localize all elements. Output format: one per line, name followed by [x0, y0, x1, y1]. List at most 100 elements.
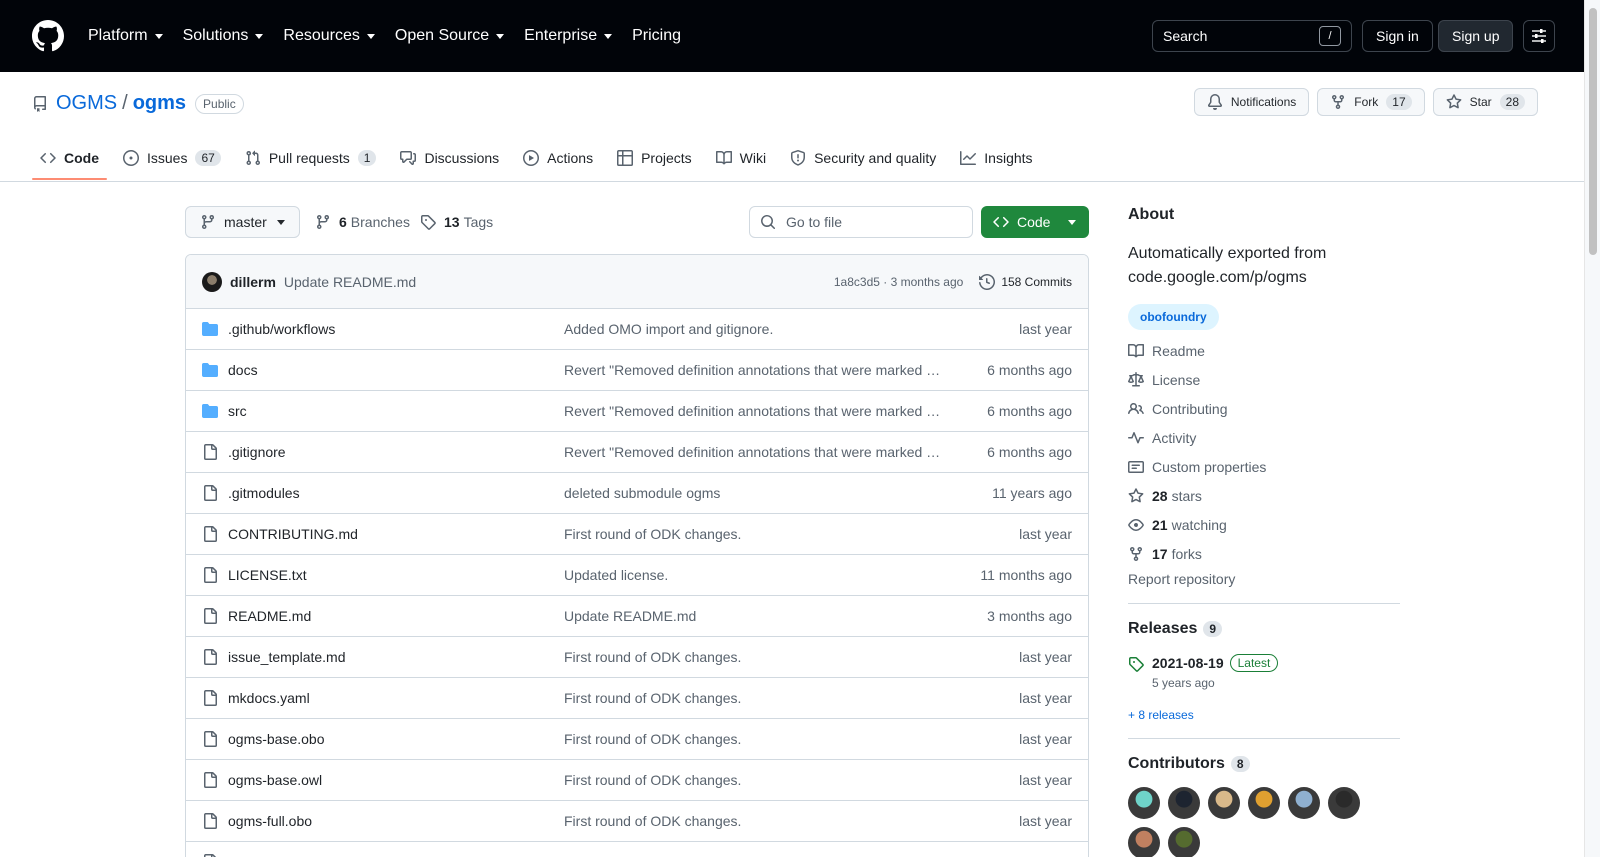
topic-tag[interactable]: obofoundry	[1128, 304, 1219, 330]
tab-wiki[interactable]: Wiki	[708, 138, 774, 178]
nav-item-open-source[interactable]: Open Source	[395, 27, 505, 45]
avatar[interactable]	[1168, 827, 1200, 857]
fork-button[interactable]: Fork 17	[1317, 88, 1425, 116]
file-commit-message-link[interactable]: Revert "Removed definition annotations t…	[564, 403, 946, 419]
file-name-link[interactable]: src	[228, 403, 247, 419]
file-name-link[interactable]: ogms-base.owl	[228, 772, 322, 788]
tab-security-and-quality[interactable]: Security and quality	[782, 138, 944, 178]
page-scrollbar[interactable]	[1584, 0, 1600, 857]
sidebar-link-custom-properties[interactable]: Custom properties	[1128, 452, 1400, 481]
table-row[interactable]: mkdocs.yaml First round of ODK changes. la…	[186, 678, 1088, 719]
file-commit-message-link[interactable]: Updated license.	[564, 567, 946, 583]
repo-name-link[interactable]: ogms	[133, 92, 186, 115]
go-to-file-input[interactable]: Go to file	[749, 206, 973, 238]
avatar[interactable]	[1248, 787, 1280, 819]
sidebar-link-license[interactable]: License	[1128, 365, 1400, 394]
sign-in-button[interactable]: Sign in	[1362, 20, 1433, 52]
table-row[interactable]: LICENSE.txt Updated license. 11 months ago	[186, 555, 1088, 596]
file-name-link[interactable]: issue_template.md	[228, 649, 346, 665]
tab-actions[interactable]: Actions	[515, 138, 601, 178]
file-name-link[interactable]: mkdocs.yaml	[228, 690, 310, 706]
releases-heading[interactable]: Releases 9	[1128, 620, 1400, 638]
file-commit-message-link[interactable]: deleted submodule ogms	[564, 485, 946, 501]
appearance-settings-icon[interactable]	[1523, 20, 1555, 52]
avatar[interactable]	[1168, 787, 1200, 819]
tags-link[interactable]: 13 Tags	[420, 206, 493, 238]
sidebar-link-activity[interactable]: Activity	[1128, 423, 1400, 452]
table-row[interactable]: .gitignore Revert "Removed definition ann…	[186, 432, 1088, 473]
nav-item-platform[interactable]: Platform	[88, 27, 163, 45]
file-commit-message-link[interactable]: First round of ODK changes.	[564, 813, 946, 829]
nav-item-pricing[interactable]: Pricing	[632, 27, 681, 45]
notifications-button[interactable]: Notifications	[1193, 88, 1310, 116]
sidebar-link-watching[interactable]: 21 watching	[1128, 510, 1400, 539]
table-row[interactable]: ogms-base.obo First round of ODK changes.…	[186, 719, 1088, 760]
repo-owner-link[interactable]: OGMS	[56, 92, 117, 115]
file-commit-message-link[interactable]: Update README.md	[564, 608, 946, 624]
file-name-link[interactable]: .gitignore	[228, 444, 286, 460]
branch-select-button[interactable]: master	[185, 206, 300, 238]
table-row[interactable]: docs Revert "Removed definition annotatio…	[186, 350, 1088, 391]
file-name-link[interactable]: README.md	[228, 608, 311, 624]
file-commit-message-link[interactable]: First round of ODK changes.	[564, 772, 946, 788]
table-row[interactable]: CONTRIBUTING.md First round of ODK change…	[186, 514, 1088, 555]
sidebar-link-stars[interactable]: 28 stars	[1128, 481, 1400, 510]
file-commit-message-link[interactable]: First round of ODK changes.	[564, 731, 946, 747]
sidebar-link-contributing[interactable]: Contributing	[1128, 394, 1400, 423]
branches-link[interactable]: 6 Branches	[315, 206, 410, 238]
file-name-link[interactable]: .gitmodules	[228, 485, 300, 501]
table-row[interactable]: README.md Update README.md 3 months ago	[186, 596, 1088, 637]
nav-item-resources[interactable]: Resources	[283, 27, 375, 45]
sign-up-button[interactable]: Sign up	[1438, 20, 1514, 52]
table-row[interactable]: ogms-full.obo First round of ODK changes.…	[186, 801, 1088, 842]
file-name-link[interactable]: ogms-full.obo	[228, 813, 312, 829]
file-name-link[interactable]: docs	[228, 362, 258, 378]
report-repository-link[interactable]: Report repository	[1128, 571, 1400, 587]
file-commit-message-link[interactable]: Revert "Removed definition annotations t…	[564, 362, 946, 378]
code-dropdown-button[interactable]: Code	[981, 206, 1089, 238]
star-button[interactable]: Star 28	[1432, 88, 1538, 116]
avatar[interactable]	[1328, 787, 1360, 819]
tab-code[interactable]: Code	[32, 138, 107, 180]
file-name-link[interactable]: .github/workflows	[228, 321, 335, 337]
commit-message-link[interactable]: Update README.md	[284, 274, 416, 290]
commits-history-link[interactable]: 158 Commits	[979, 274, 1072, 290]
search-button[interactable]: Search /	[1152, 20, 1352, 52]
avatar[interactable]	[1208, 787, 1240, 819]
file-commit-message-link[interactable]: First round of ODK changes.	[564, 690, 946, 706]
tab-discussions[interactable]: Discussions	[392, 138, 507, 178]
contributors-heading[interactable]: Contributors 8	[1128, 755, 1400, 773]
release-tag[interactable]: 2021-08-19	[1152, 655, 1224, 671]
tab-issues[interactable]: Issues 67	[115, 138, 229, 178]
table-row[interactable]: issue_template.md First round of ODK chan…	[186, 637, 1088, 678]
sidebar-link-forks[interactable]: 17 forks	[1128, 539, 1400, 568]
tab-pull-requests[interactable]: Pull requests 1	[237, 138, 385, 178]
tab-insights[interactable]: Insights	[952, 138, 1040, 178]
file-commit-message-link[interactable]: Revert "Removed definition annotations t…	[564, 444, 946, 460]
table-row[interactable]: ogms-full.owlFirst round of ODK changes.…	[186, 842, 1088, 857]
file-name-link[interactable]: LICENSE.txt	[228, 567, 307, 583]
table-row[interactable]: src Revert "Removed definition annotation…	[186, 391, 1088, 432]
scrollbar-thumb[interactable]	[1589, 8, 1597, 255]
tab-projects[interactable]: Projects	[609, 138, 700, 178]
file-name-link[interactable]: CONTRIBUTING.md	[228, 526, 358, 542]
commit-author-link[interactable]: dillerm	[230, 274, 276, 290]
commit-hash-link[interactable]: 1a8c3d5	[834, 275, 880, 289]
file-name-link[interactable]: ogms-base.obo	[228, 731, 325, 747]
avatar[interactable]	[202, 271, 222, 292]
avatar[interactable]	[1128, 787, 1160, 819]
more-releases-link[interactable]: + 8 releases	[1128, 708, 1400, 722]
table-row[interactable]: ogms-base.owl First round of ODK changes.…	[186, 760, 1088, 801]
sidebar-link-readme[interactable]: Readme	[1128, 336, 1400, 365]
file-commit-message-link[interactable]: First round of ODK changes.	[564, 649, 946, 665]
table-row[interactable]: .github/workflows Added OMO import and gi…	[186, 309, 1088, 350]
file-commit-message-link[interactable]: First round of ODK changes.	[564, 526, 946, 542]
table-row[interactable]: .gitmodules deleted submodule ogms 11 year…	[186, 473, 1088, 514]
nav-item-enterprise[interactable]: Enterprise	[524, 27, 613, 45]
latest-release[interactable]: 2021-08-19 Latest 5 years ago	[1128, 654, 1400, 690]
avatar[interactable]	[1288, 787, 1320, 819]
avatar[interactable]	[1128, 827, 1160, 857]
nav-item-solutions[interactable]: Solutions	[183, 27, 264, 45]
github-logo-icon[interactable]	[32, 20, 64, 52]
file-commit-message-link[interactable]: Added OMO import and gitignore.	[564, 321, 946, 337]
